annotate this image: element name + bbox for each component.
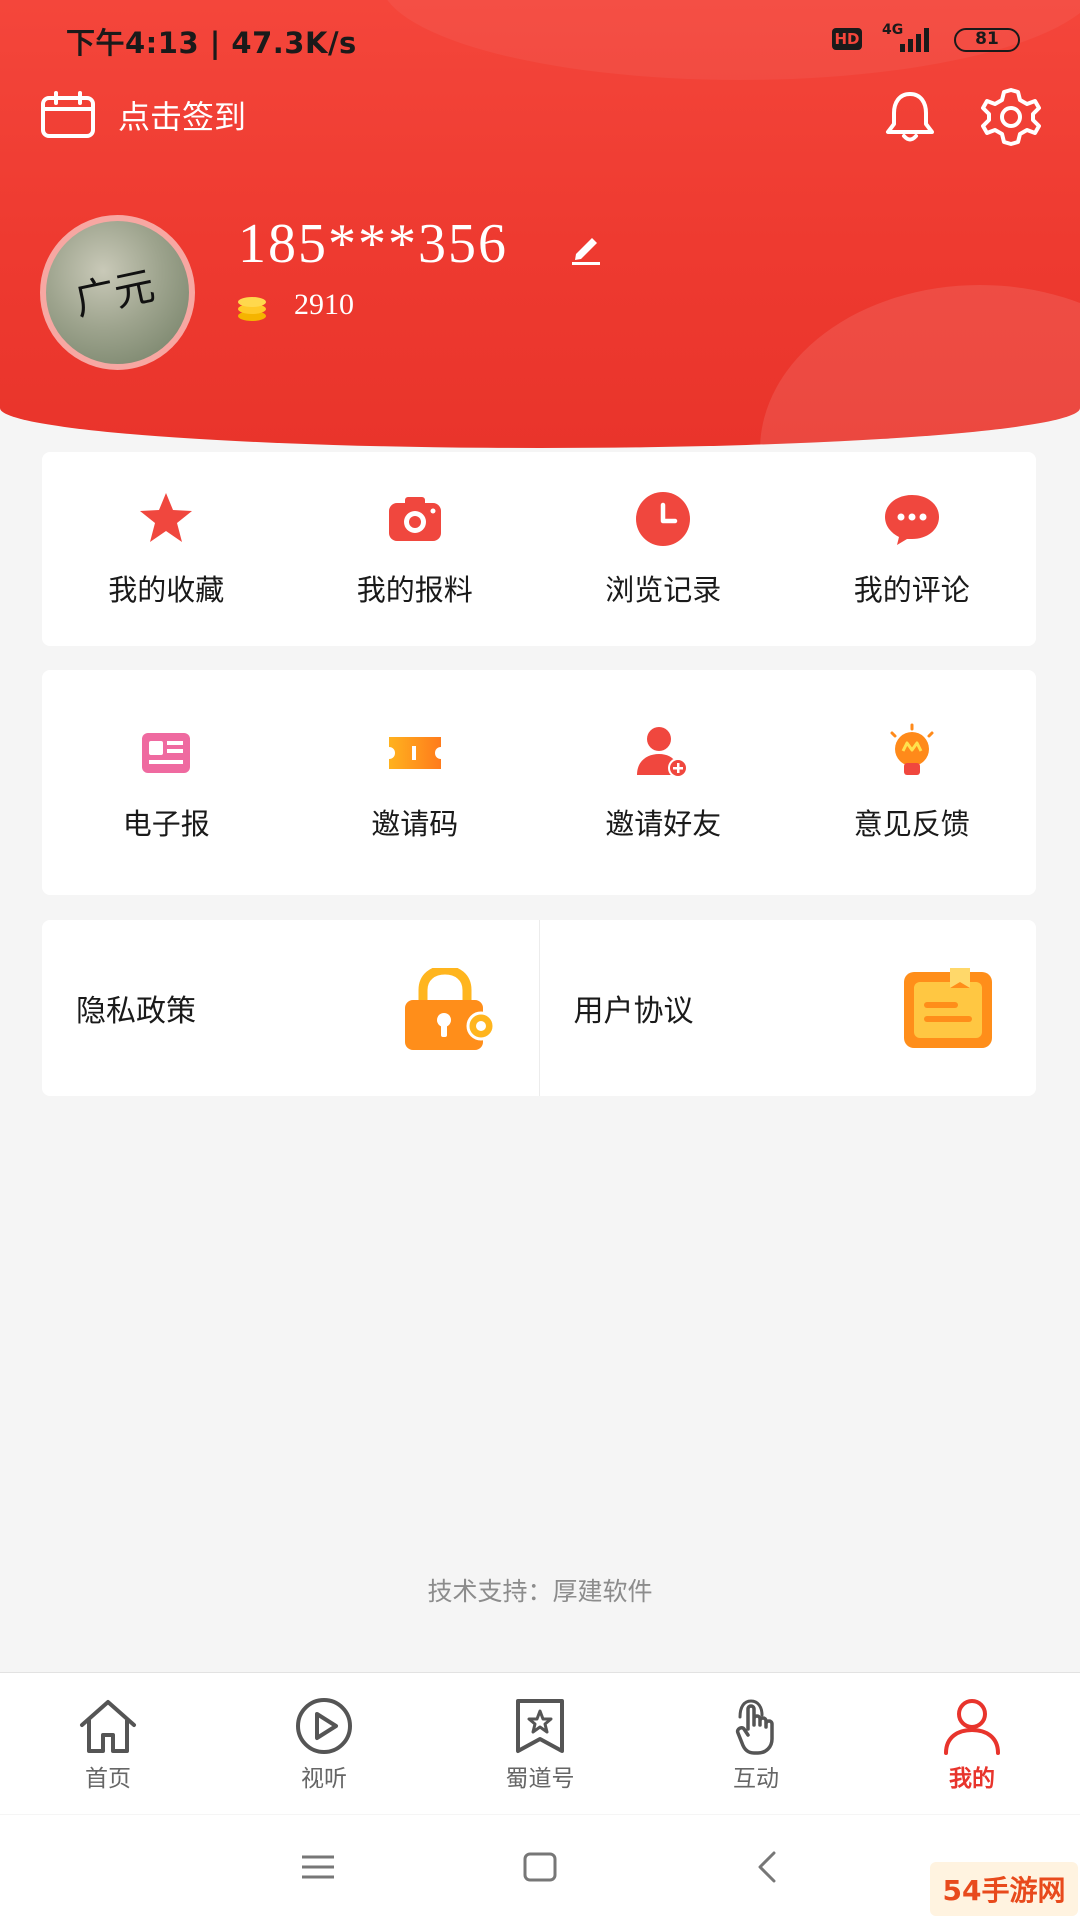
watermark-logo: 54手游网	[930, 1862, 1078, 1916]
tab-label: 首页	[85, 1766, 131, 1792]
calendar-icon	[41, 91, 95, 138]
menu-item-invite-code[interactable]: 邀请码	[291, 670, 540, 895]
bell-icon[interactable]	[880, 86, 940, 146]
checkin-label: 点击签到	[118, 98, 247, 136]
tab-label: 我的	[949, 1765, 995, 1792]
lock-gear-icon	[404, 968, 495, 1050]
status-bar: 下午4:13 | 47.3K/s HD 4G 81	[0, 0, 1080, 80]
user-agreement-link[interactable]: 用户协议	[538, 920, 1037, 1096]
menu-item-label: 我的收藏	[108, 573, 225, 607]
profile-header: 下午4:13 | 47.3K/s HD 4G 81 点击签到 广元 185***…	[0, 0, 1080, 448]
bottom-tab-bar: 首页 视听 蜀道号 互动 我的	[0, 1672, 1080, 1814]
menu-item-reports[interactable]: 我的报料	[291, 452, 540, 646]
coin-count: 2910	[294, 288, 354, 321]
header-decoration	[760, 285, 1080, 448]
document-icon	[904, 968, 992, 1048]
tech-support-note: 技术支持：厚建软件	[427, 1577, 653, 1606]
menu-item-invite-friends[interactable]: 邀请好友	[539, 670, 788, 895]
tab-home[interactable]: 首页	[0, 1673, 216, 1814]
tab-label: 视听	[301, 1766, 347, 1792]
newspaper-icon	[142, 732, 191, 773]
gear-icon[interactable]	[980, 86, 1042, 148]
menu-item-label: 邀请码	[371, 806, 459, 841]
battery-indicator: 81	[954, 28, 1020, 52]
privacy-policy-link[interactable]: 隐私政策	[42, 920, 539, 1096]
tab-interact[interactable]: 互动	[648, 1673, 864, 1814]
tab-label: 蜀道号	[505, 1766, 575, 1792]
avatar[interactable]: 广元	[40, 215, 195, 370]
avatar-text: 广元	[70, 263, 159, 325]
camera-icon	[388, 497, 441, 541]
status-time: 下午4:13 | 47.3K/s	[66, 26, 357, 60]
bookmark-star-icon	[516, 1699, 564, 1753]
menu-item-e-newspaper[interactable]: 电子报	[42, 670, 291, 895]
back-icon[interactable]	[746, 1845, 790, 1889]
lightbulb-icon	[890, 723, 934, 775]
tab-media[interactable]: 视听	[216, 1673, 432, 1814]
quick-menu-card: 我的收藏 我的报料 浏览记录 我的评论	[42, 452, 1036, 646]
menu-item-history[interactable]: 浏览记录	[539, 452, 788, 646]
menu-item-label: 浏览记录	[605, 573, 722, 607]
signal-icon	[900, 28, 929, 52]
menu-item-label: 电子报	[122, 806, 210, 841]
star-icon	[140, 493, 193, 542]
menu-item-label: 意见反馈	[853, 806, 970, 841]
menu-item-label: 我的评论	[853, 573, 970, 607]
play-icon	[296, 1698, 352, 1754]
tools-menu-card: 电子报 邀请码 邀请好友 意见反馈	[42, 670, 1036, 895]
menu-item-feedback[interactable]: 意见反馈	[788, 670, 1037, 895]
coin-icon	[238, 297, 266, 321]
ticket-icon	[388, 736, 441, 769]
tab-shudao[interactable]: 蜀道号	[432, 1673, 648, 1814]
user-agreement-label: 用户协议	[573, 994, 694, 1029]
person-icon	[944, 1699, 1000, 1755]
menu-item-favorites[interactable]: 我的收藏	[42, 452, 291, 646]
tab-mine[interactable]: 我的	[864, 1673, 1080, 1814]
home-square-icon[interactable]	[518, 1845, 562, 1889]
username: 185***356	[238, 213, 508, 275]
menu-item-label: 我的报料	[356, 573, 473, 607]
comment-icon	[884, 495, 939, 545]
clock-icon	[636, 492, 691, 546]
checkin-button[interactable]: 点击签到	[40, 90, 246, 140]
add-friend-icon	[637, 726, 689, 778]
home-icon	[80, 1700, 136, 1753]
edit-icon[interactable]	[568, 230, 604, 266]
hd-badge: HD	[832, 28, 862, 50]
system-navigation-bar	[0, 1815, 1080, 1920]
menu-item-comments[interactable]: 我的评论	[788, 452, 1037, 646]
tap-icon	[735, 1699, 774, 1755]
policy-card: 隐私政策 用户协议	[42, 920, 1036, 1096]
menu-item-label: 邀请好友	[605, 806, 722, 841]
privacy-policy-label: 隐私政策	[76, 994, 196, 1029]
tab-label: 互动	[733, 1766, 779, 1792]
menu-icon[interactable]	[296, 1845, 340, 1889]
